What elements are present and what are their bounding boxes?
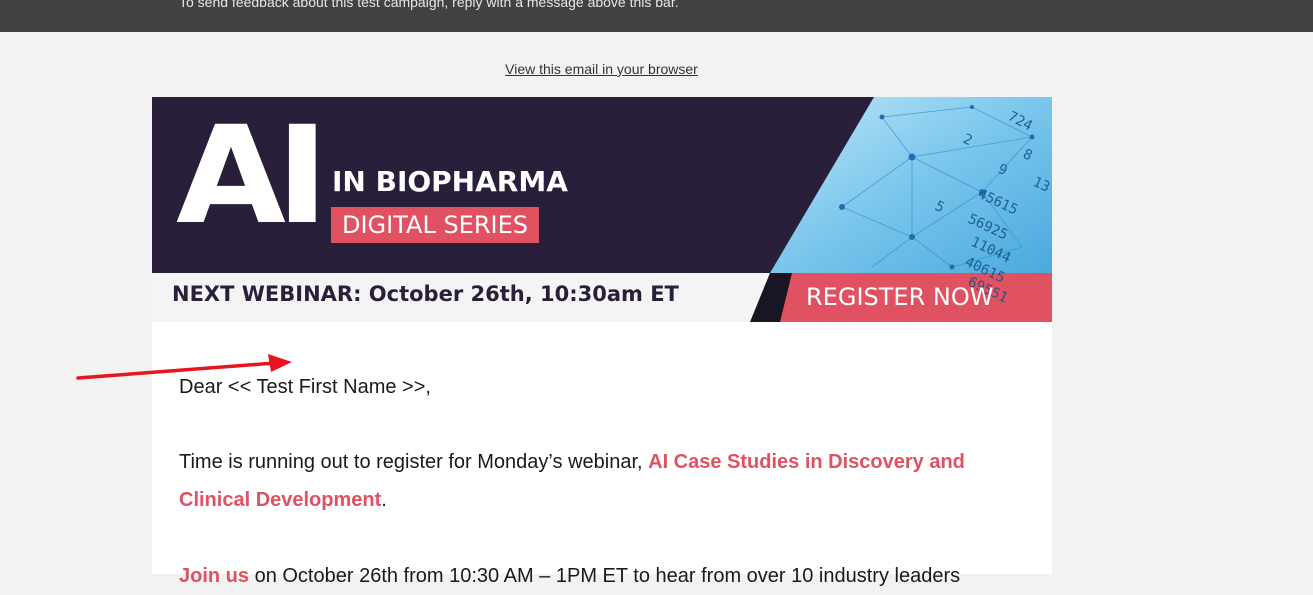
logo-ai: AI [176, 97, 329, 255]
annotation-arrow-icon [76, 354, 292, 380]
view-in-browser-link[interactable]: View this email in your browser [0, 61, 1203, 77]
greeting: Dear << Test First Name >>, [179, 376, 431, 398]
register-now-button[interactable]: REGISTER NOW [806, 283, 993, 311]
paragraph-registration: Time is running out to register for Mond… [179, 443, 1029, 519]
logo-title: IN BIOPHARMA [332, 165, 568, 198]
feedback-bar: To send feedback about this test campaig… [0, 0, 1313, 32]
logo-subtitle: DIGITAL SERIES [331, 207, 539, 243]
webinar-banner[interactable]: 724 2 8 9 13 5 45615 56925 11044 40615 69551 AI IN… [152, 97, 1052, 322]
paragraph-join-text: on October 26th from 10:30 AM – 1PM ET t… [249, 565, 961, 587]
join-us-link[interactable]: Join us [179, 565, 249, 587]
paragraph-intro: Time is running out to register for Mond… [179, 451, 649, 473]
paragraph-join: Join us on October 26th from 10:30 AM – … [179, 557, 1029, 595]
paragraph-end: . [381, 489, 387, 511]
feedback-bar-text: To send feedback about this test campaig… [179, 0, 679, 10]
next-webinar-text: NEXT WEBINAR: October 26th, 10:30am ET [172, 282, 679, 306]
